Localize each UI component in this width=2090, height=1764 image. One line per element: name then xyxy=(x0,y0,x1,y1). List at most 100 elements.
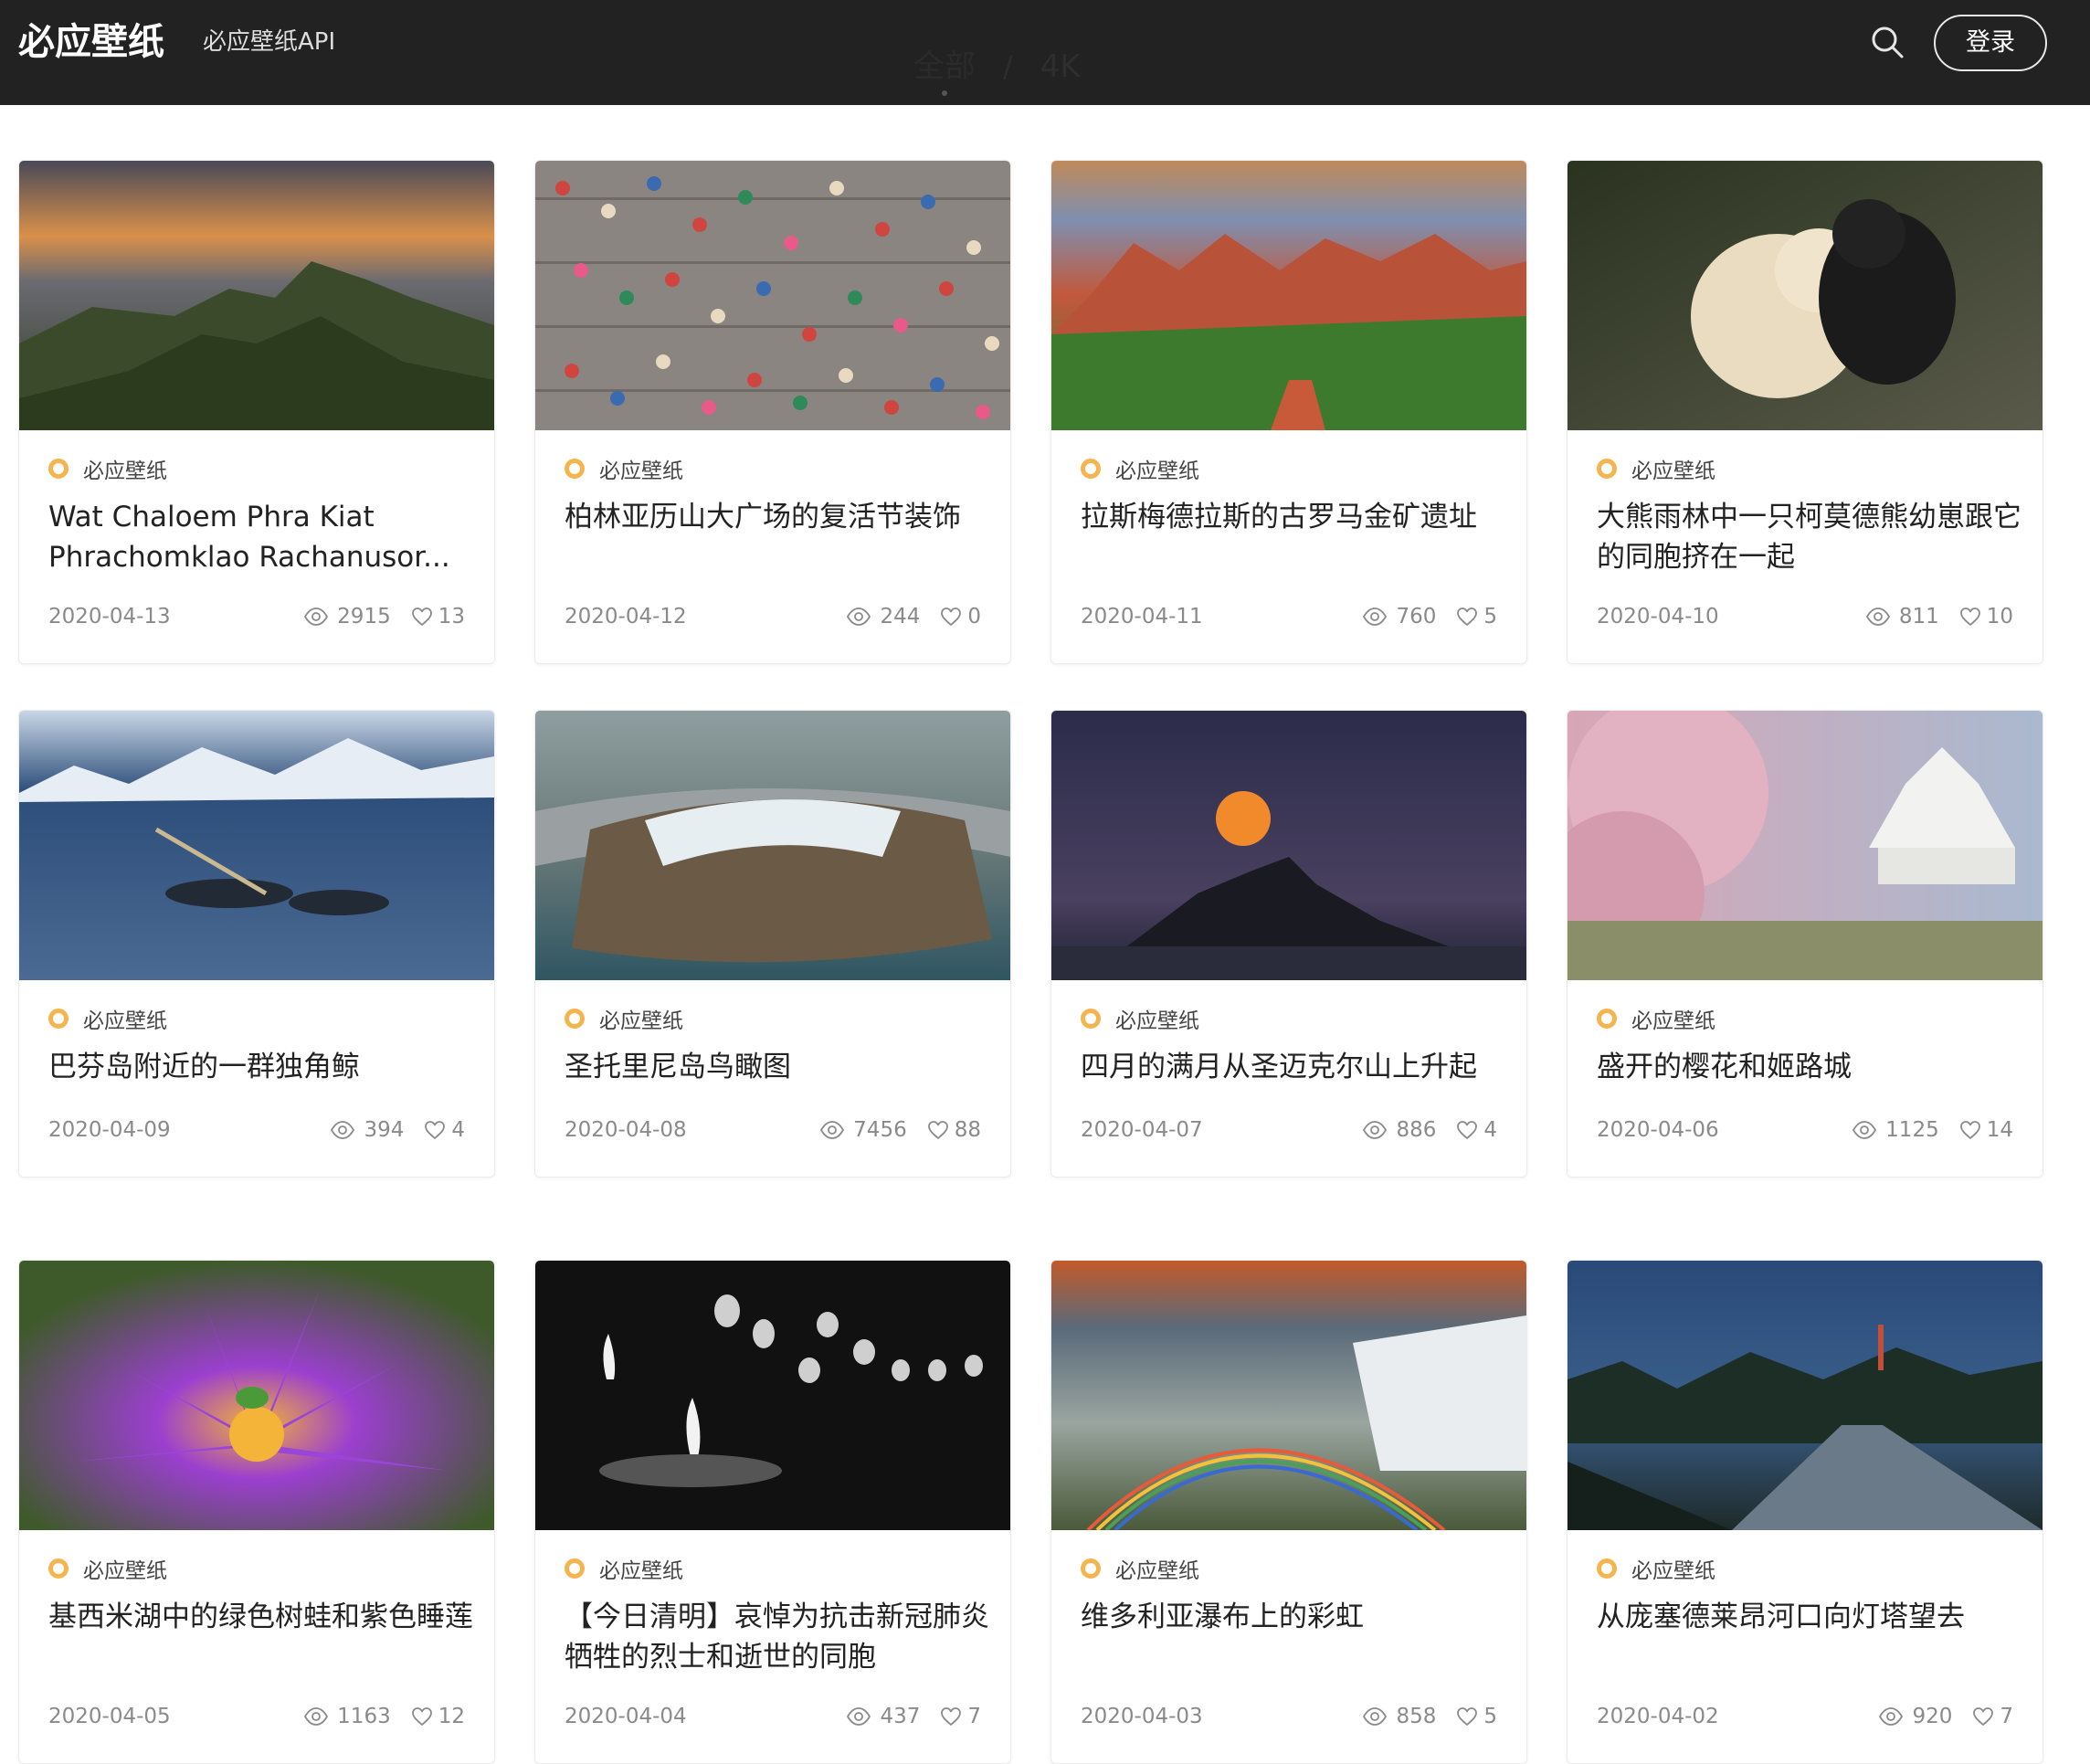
login-button[interactable]: 登录 xyxy=(1934,15,2047,71)
heart-icon[interactable] xyxy=(1456,607,1478,627)
like-count[interactable]: 12 xyxy=(411,1705,465,1728)
wallpaper-card[interactable]: 必应壁纸 圣托里尼岛鸟瞰图 2020-04-08 7456 88 xyxy=(534,710,1011,1178)
like-count[interactable]: 4 xyxy=(1456,1118,1497,1142)
wallpaper-thumbnail[interactable] xyxy=(1568,711,2042,980)
view-count-value: 1163 xyxy=(337,1705,391,1728)
wallpaper-title[interactable]: 圣托里尼岛鸟瞰图 xyxy=(565,1047,994,1087)
wallpaper-title[interactable]: 维多利亚瀑布上的彩虹 xyxy=(1081,1597,1510,1637)
source-dot-icon xyxy=(1081,1558,1101,1579)
heart-icon[interactable] xyxy=(940,1706,962,1727)
like-count[interactable]: 5 xyxy=(1456,1705,1497,1728)
filter-tabs: 全部 / 4K xyxy=(913,44,1081,96)
like-count-value: 4 xyxy=(1483,1118,1497,1142)
tab-all[interactable]: 全部 xyxy=(913,47,976,96)
wallpaper-card[interactable]: 必应壁纸 大熊雨林中一只柯莫德熊幼崽跟它的同胞挤在一起 2020-04-10 8… xyxy=(1567,160,2043,664)
wallpaper-title[interactable]: 盛开的樱花和姬路城 xyxy=(1597,1047,2026,1087)
like-count[interactable]: 10 xyxy=(1959,605,2013,628)
wallpaper-card[interactable]: 必应壁纸 从庞塞德莱昂河口向灯塔望去 2020-04-02 920 7 xyxy=(1567,1260,2043,1764)
heart-icon[interactable] xyxy=(1456,1706,1478,1727)
like-count-value: 0 xyxy=(967,605,981,628)
source-name: 必应壁纸 xyxy=(599,1009,683,1033)
eye-icon xyxy=(847,1706,871,1727)
wallpaper-card[interactable]: 必应壁纸 【今日清明】哀悼为抗击新冠肺炎牺牲的烈士和逝世的同胞 2020-04-… xyxy=(534,1260,1011,1764)
like-count-value: 14 xyxy=(1986,1118,2013,1142)
wallpaper-title[interactable]: Wat Chaloem Phra Kiat Phrachomklao Racha… xyxy=(48,497,478,577)
heart-icon[interactable] xyxy=(1959,607,1981,627)
wallpaper-card[interactable]: 必应壁纸 柏林亚历山大广场的复活节装饰 2020-04-12 244 0 xyxy=(534,160,1011,664)
heart-icon[interactable] xyxy=(424,1120,446,1140)
wallpaper-card[interactable]: 必应壁纸 基西米湖中的绿色树蛙和紫色睡莲 2020-04-05 1163 12 xyxy=(18,1260,495,1764)
card-meta: 2020-04-03 858 5 xyxy=(1081,1703,1497,1730)
wallpaper-title[interactable]: 四月的满月从圣迈克尔山上升起 xyxy=(1081,1047,1510,1087)
view-count: 920 xyxy=(1879,1705,1952,1728)
tab-4k[interactable]: 4K xyxy=(1040,47,1081,87)
heart-icon[interactable] xyxy=(411,1706,433,1727)
card-meta: 2020-04-06 1125 14 xyxy=(1597,1116,2013,1144)
wallpaper-title[interactable]: 巴芬岛附近的一群独角鲸 xyxy=(48,1047,478,1087)
wallpaper-thumbnail[interactable] xyxy=(19,1261,494,1530)
like-count[interactable]: 0 xyxy=(940,605,981,628)
source-name: 必应壁纸 xyxy=(83,459,167,483)
api-link[interactable]: 必应壁纸API xyxy=(203,26,335,58)
like-count[interactable]: 13 xyxy=(411,605,465,628)
wallpaper-title[interactable]: 拉斯梅德拉斯的古罗马金矿遗址 xyxy=(1081,497,1510,537)
source-name: 必应壁纸 xyxy=(83,1559,167,1583)
wallpaper-title[interactable]: 大熊雨林中一只柯莫德熊幼崽跟它的同胞挤在一起 xyxy=(1597,497,2026,577)
card-meta: 2020-04-07 886 4 xyxy=(1081,1116,1497,1144)
like-count[interactable]: 7 xyxy=(1972,1705,2013,1728)
wallpaper-thumbnail[interactable] xyxy=(1051,161,1526,430)
like-count[interactable]: 4 xyxy=(424,1118,465,1142)
wallpaper-card[interactable]: 必应壁纸 Wat Chaloem Phra Kiat Phrachomklao … xyxy=(18,160,495,664)
like-count-value: 88 xyxy=(954,1118,981,1142)
heart-icon[interactable] xyxy=(1456,1120,1478,1140)
heart-icon[interactable] xyxy=(1972,1706,1994,1727)
wallpaper-thumbnail[interactable] xyxy=(19,711,494,980)
source-tag: 必应壁纸 xyxy=(565,1005,683,1033)
wallpaper-card[interactable]: 必应壁纸 四月的满月从圣迈克尔山上升起 2020-04-07 886 4 xyxy=(1050,710,1527,1178)
wallpaper-card[interactable]: 必应壁纸 维多利亚瀑布上的彩虹 2020-04-03 858 5 xyxy=(1050,1260,1527,1764)
wallpaper-title[interactable]: 柏林亚历山大广场的复活节装饰 xyxy=(565,497,994,537)
wallpaper-grid: 必应壁纸 Wat Chaloem Phra Kiat Phrachomklao … xyxy=(18,160,2046,1764)
source-dot-icon xyxy=(565,1558,585,1579)
wallpaper-thumbnail[interactable] xyxy=(1051,711,1526,980)
source-dot-icon xyxy=(1081,459,1101,479)
view-count: 394 xyxy=(331,1118,404,1142)
like-count[interactable]: 14 xyxy=(1959,1118,2013,1142)
wallpaper-thumbnail[interactable] xyxy=(1051,1261,1526,1530)
like-count[interactable]: 7 xyxy=(940,1705,981,1728)
wallpaper-thumbnail[interactable] xyxy=(1568,161,2042,430)
wallpaper-title[interactable]: 从庞塞德莱昂河口向灯塔望去 xyxy=(1597,1597,2026,1637)
wallpaper-card[interactable]: 必应壁纸 巴芬岛附近的一群独角鲸 2020-04-09 394 4 xyxy=(18,710,495,1178)
card-meta: 2020-04-09 394 4 xyxy=(48,1116,465,1144)
heart-icon[interactable] xyxy=(940,607,962,627)
eye-icon xyxy=(1363,1120,1387,1140)
wallpaper-title[interactable]: 【今日清明】哀悼为抗击新冠肺炎牺牲的烈士和逝世的同胞 xyxy=(565,1597,994,1677)
view-count: 244 xyxy=(847,605,920,628)
wallpaper-title[interactable]: 基西米湖中的绿色树蛙和紫色睡莲 xyxy=(48,1597,478,1637)
like-count[interactable]: 88 xyxy=(927,1118,981,1142)
wallpaper-card[interactable]: 必应壁纸 盛开的樱花和姬路城 2020-04-06 1125 14 xyxy=(1567,710,2043,1178)
view-count: 811 xyxy=(1866,605,1939,628)
view-count: 858 xyxy=(1363,1705,1436,1728)
wallpaper-thumbnail[interactable] xyxy=(535,711,1010,980)
eye-icon xyxy=(1866,607,1890,627)
card-meta: 2020-04-13 2915 13 xyxy=(48,603,465,630)
source-dot-icon xyxy=(565,1009,585,1029)
eye-icon xyxy=(304,607,328,627)
wallpaper-thumbnail[interactable] xyxy=(1568,1261,2042,1530)
card-meta: 2020-04-11 760 5 xyxy=(1081,603,1497,630)
site-logo[interactable]: 必应壁纸 xyxy=(18,16,164,68)
wallpaper-thumbnail[interactable] xyxy=(535,161,1010,430)
heart-icon[interactable] xyxy=(927,1120,949,1140)
view-count-value: 858 xyxy=(1396,1705,1437,1728)
wallpaper-thumbnail[interactable] xyxy=(535,1261,1010,1530)
like-count-value: 10 xyxy=(1986,605,2013,628)
search-icon[interactable] xyxy=(1869,24,1905,60)
wallpaper-card[interactable]: 必应壁纸 拉斯梅德拉斯的古罗马金矿遗址 2020-04-11 760 5 xyxy=(1050,160,1527,664)
heart-icon[interactable] xyxy=(411,607,433,627)
publish-date: 2020-04-04 xyxy=(565,1705,687,1728)
heart-icon[interactable] xyxy=(1959,1120,1981,1140)
wallpaper-thumbnail[interactable] xyxy=(19,161,494,430)
eye-icon xyxy=(1363,607,1387,627)
like-count[interactable]: 5 xyxy=(1456,605,1497,628)
